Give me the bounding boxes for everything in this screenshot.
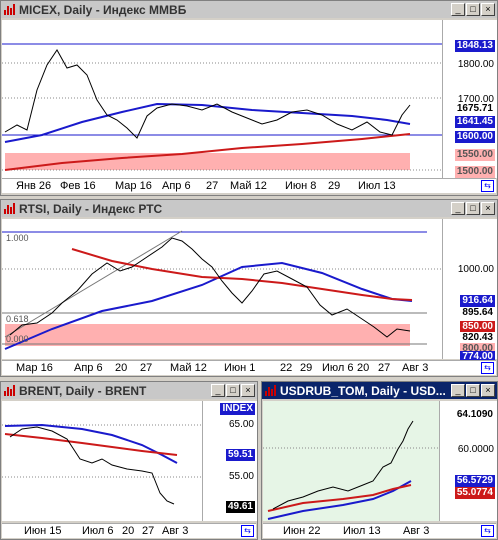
y-tick: 65.00 [228, 419, 254, 430]
x-tick: Июл 6 [82, 525, 114, 537]
usdrub-plot[interactable] [263, 401, 439, 521]
fib-level-label: 1.000 [6, 233, 29, 243]
brent-plot[interactable] [2, 401, 202, 521]
close-button[interactable]: × [481, 3, 495, 16]
brent-price-axis[interactable]: INDEX 65.00 59.51 55.00 49.61 [202, 401, 257, 521]
close-button[interactable]: × [481, 384, 495, 397]
price-tag: 1848.13 [454, 40, 495, 52]
x-tick: Авг 3 [402, 362, 429, 374]
chart-icon [3, 384, 16, 397]
x-tick: Авг 3 [403, 525, 430, 537]
usdrub-time-axis[interactable]: Июн 22 Июл 13 Авг 3 ⇆ [263, 523, 496, 538]
usdrub-titlebar[interactable]: USDRUB_TOM, Daily - USD... _ □ × [262, 382, 497, 399]
price-tag: 64.1090 [454, 409, 495, 421]
rtsi-window[interactable]: RTSI, Daily - Индекс РТС _ □ × 1.000 0.618… [0, 199, 498, 377]
micex-time-axis[interactable]: Янв 26 Фев 16 Мар 16 Апр 6 27 Май 12 Июн… [2, 178, 496, 193]
minimize-button[interactable]: _ [211, 384, 225, 397]
usdrub-window[interactable]: USDRUB_TOM, Daily - USD... _ □ × 64.1090 6… [261, 381, 498, 540]
price-tag: 895.64 [462, 307, 493, 318]
usdrub-price-axis[interactable]: 64.1090 60.0000 56.5729 55.0774 [439, 401, 497, 521]
window-title: RTSI, Daily - Индекс РТС [19, 201, 163, 216]
x-tick: 20 [122, 525, 135, 537]
brent-time-axis[interactable]: Июн 15 Июл 6 20 27 Авг 3 ⇆ [2, 523, 256, 538]
price-tag: 916.64 [460, 295, 495, 307]
close-button[interactable]: × [241, 384, 255, 397]
x-tick: 27 [378, 362, 391, 374]
brent-titlebar[interactable]: BRENT, Daily - BRENT _ □ × [1, 382, 257, 399]
maximize-button[interactable]: □ [466, 202, 480, 215]
micex-window[interactable]: MICEX, Daily - Индекс ММВБ _ □ × 1800.00 1… [0, 0, 498, 196]
x-tick: Июн 8 [285, 180, 317, 192]
maximize-button[interactable]: □ [466, 384, 480, 397]
window-title: BRENT, Daily - BRENT [19, 383, 147, 398]
x-tick: 20 [357, 362, 370, 374]
fib-level-label: 0.618 [6, 314, 29, 324]
x-tick: 27 [142, 525, 155, 537]
close-button[interactable]: × [481, 202, 495, 215]
x-tick: Фев 16 [60, 180, 96, 192]
y-tick: 55.00 [228, 471, 254, 482]
rtsi-time-axis[interactable]: Мар 16 Апр 6 20 27 Май 12 Июн 1 22 29 Ию… [2, 360, 496, 375]
micex-titlebar[interactable]: MICEX, Daily - Индекс ММВБ _ □ × [1, 1, 497, 18]
x-tick: Май 12 [230, 180, 267, 192]
x-tick: Авг 3 [162, 525, 189, 537]
micex-plot[interactable] [2, 20, 442, 178]
y-tick: 60.0000 [457, 444, 494, 455]
x-tick: 27 [140, 362, 153, 374]
x-tick: Июл 13 [343, 525, 381, 537]
price-tag: 55.0774 [454, 487, 495, 499]
window-title: MICEX, Daily - Индекс ММВБ [19, 2, 187, 17]
x-tick: 20 [115, 362, 128, 374]
minimize-button[interactable]: _ [451, 384, 465, 397]
fib-level-label: 0.000 [6, 334, 29, 344]
chart-icon [264, 384, 277, 397]
x-tick: 22 [280, 362, 293, 374]
window-title: USDRUB_TOM, Daily - USD... [280, 383, 446, 398]
x-tick: 29 [300, 362, 313, 374]
price-tag: 1500.00 [454, 166, 495, 178]
price-tag: 49.61 [225, 501, 255, 513]
minimize-button[interactable]: _ [451, 3, 465, 16]
x-tick: Июл 6 [322, 362, 354, 374]
autoscroll-icon[interactable]: ⇆ [241, 525, 254, 537]
x-tick: Июл 13 [358, 180, 396, 192]
chart-icon [3, 202, 16, 215]
x-tick: Апр 6 [74, 362, 103, 374]
rtsi-plot[interactable]: 1.000 0.618 0.000 [2, 219, 442, 359]
y-tick: 1800.00 [457, 59, 494, 70]
maximize-button[interactable]: □ [226, 384, 240, 397]
price-tag: 56.5729 [454, 475, 495, 487]
x-tick: Июн 22 [283, 525, 321, 537]
x-tick: Апр 6 [162, 180, 191, 192]
chart-icon [3, 3, 16, 16]
rtsi-price-axis[interactable]: 1000.00 916.64 895.64 850.00 820.43 800.… [442, 219, 497, 363]
brent-window[interactable]: BRENT, Daily - BRENT _ □ × INDEX 65.00 59.… [0, 381, 258, 540]
x-tick: Июн 15 [24, 525, 62, 537]
price-tag: 1641.45 [454, 116, 495, 128]
price-tag: 1600.00 [454, 131, 495, 143]
autoscroll-icon[interactable]: ⇆ [481, 180, 494, 192]
x-tick: Мар 16 [16, 362, 53, 374]
rtsi-titlebar[interactable]: RTSI, Daily - Индекс РТС _ □ × [1, 200, 497, 217]
maximize-button[interactable]: □ [466, 3, 480, 16]
x-tick: Июн 1 [224, 362, 256, 374]
x-tick: Май 12 [170, 362, 207, 374]
micex-price-axis[interactable]: 1800.00 1700.00 1848.13 1675.71 1641.45 … [442, 20, 497, 178]
price-tag: 1550.00 [454, 149, 495, 161]
x-tick: 27 [206, 180, 219, 192]
price-tag: 1675.71 [456, 103, 493, 114]
x-tick: 29 [328, 180, 341, 192]
minimize-button[interactable]: _ [451, 202, 465, 215]
autoscroll-icon[interactable]: ⇆ [481, 362, 494, 374]
index-label: INDEX [220, 403, 255, 415]
x-tick: Янв 26 [16, 180, 52, 192]
x-tick: Мар 16 [115, 180, 152, 192]
autoscroll-icon[interactable]: ⇆ [481, 525, 494, 537]
y-tick: 1000.00 [457, 264, 494, 275]
price-tag: 59.51 [225, 449, 255, 461]
